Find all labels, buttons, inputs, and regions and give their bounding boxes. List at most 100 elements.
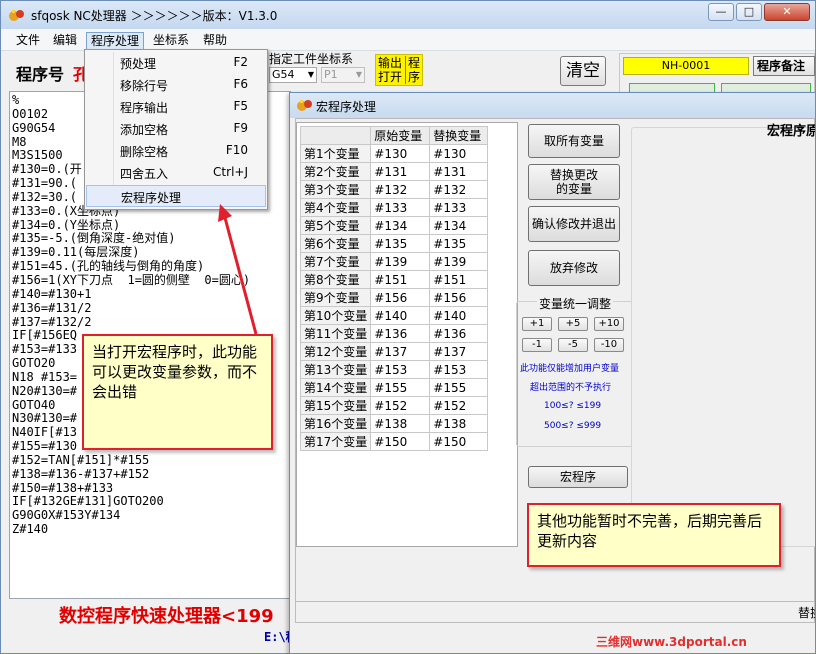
variable-index-cell: 第16个变量 — [299, 414, 372, 433]
table-row[interactable]: 第4个变量 #133 #133 — [299, 198, 489, 217]
menu-item-macro-processing[interactable]: 宏程序处理 — [86, 185, 266, 207]
coord-system-label: 指定工件坐标系 — [269, 52, 354, 66]
replace-variable-cell[interactable]: #131 — [429, 162, 489, 181]
title-bar: sfqosk NC处理器 ＞＞＞＞＞＞版本：V1.3.0 — □ ✕ — [1, 1, 815, 29]
menu-help[interactable]: 帮助 — [199, 32, 231, 50]
minimize-button[interactable]: — — [708, 3, 734, 21]
replace-variable-cell[interactable]: #153 — [429, 360, 489, 379]
menu-edit[interactable]: 编辑 — [49, 32, 81, 50]
menu-file[interactable]: 文件 — [12, 32, 44, 50]
original-variable-cell: #135 — [370, 234, 431, 253]
p-select[interactable]: P1 ▼ — [321, 67, 365, 83]
variable-index-cell: 第14个变量 — [299, 378, 372, 397]
menu-item-shortcut: Ctrl+J — [213, 165, 248, 179]
menu-item-add-spaces[interactable]: 添加空格 F9 — [86, 118, 266, 140]
replace-variable-cell[interactable]: #130 — [429, 144, 489, 163]
original-variable-cell: #131 — [370, 162, 431, 181]
table-row[interactable]: 第11个变量 #136 #136 — [299, 324, 489, 343]
code-line: #151=45.(孔的轴线与倒角的角度) — [12, 259, 205, 274]
table-row[interactable]: 第1个变量 #130 #130 — [299, 144, 489, 163]
table-row[interactable]: 第10个变量 #140 #140 — [299, 306, 489, 325]
program-number-field[interactable]: NH-0001 — [623, 57, 749, 75]
variable-index-cell: 第8个变量 — [299, 270, 372, 289]
variable-index-cell: 第3个变量 — [299, 180, 372, 199]
menu-item-remove-line-numbers[interactable]: 移除行号 F6 — [86, 74, 266, 96]
replace-variable-cell[interactable]: #133 — [429, 198, 489, 217]
menu-item-shortcut: F2 — [233, 55, 248, 69]
code-line: IF[#132GE#131]GOTO200 — [12, 494, 164, 509]
replace-variable-cell[interactable]: #151 — [429, 270, 489, 289]
replace-variable-cell[interactable]: #137 — [429, 342, 489, 361]
replace-variable-cell[interactable]: #136 — [429, 324, 489, 343]
variable-index-cell: 第4个变量 — [299, 198, 372, 217]
app-icon — [297, 100, 312, 111]
dialog-title-bar: 宏程序处理 — [290, 93, 815, 118]
menu-item-remove-spaces[interactable]: 删除空格 F10 — [86, 140, 266, 162]
minus-10-button[interactable]: -10 — [594, 338, 624, 352]
replace-variable-cell[interactable]: #156 — [429, 288, 489, 307]
close-button[interactable]: ✕ — [764, 3, 810, 21]
button-label-line2: 的变量 — [555, 182, 592, 196]
variable-index-cell: 第15个变量 — [299, 396, 372, 415]
plus-10-button[interactable]: +10 — [594, 317, 624, 331]
variable-index-cell: 第9个变量 — [299, 288, 372, 307]
minus-1-button[interactable]: -1 — [522, 338, 552, 352]
plus-1-button[interactable]: +1 — [522, 317, 552, 331]
coord-system-select[interactable]: G54 ▼ — [269, 67, 317, 83]
table-row[interactable]: 第14个变量 #155 #155 — [299, 378, 489, 397]
menu-item-shortcut: F10 — [225, 143, 248, 157]
table-row[interactable]: 第16个变量 #138 #138 — [299, 414, 489, 433]
program-number-label: 程序号 — [16, 65, 65, 84]
macro-program-button[interactable]: 宏程序 — [528, 466, 628, 488]
table-row[interactable]: 第17个变量 #150 #150 — [299, 432, 489, 451]
original-variable-cell: #130 — [370, 144, 431, 163]
table-row[interactable]: 第9个变量 #156 #156 — [299, 288, 489, 307]
p-value: P1 — [324, 68, 338, 81]
table-row[interactable]: 第13个变量 #153 #153 — [299, 360, 489, 379]
menu-item-program-output[interactable]: 程序输出 F5 — [86, 96, 266, 118]
replace-variable-cell[interactable]: #138 — [429, 414, 489, 433]
minus-5-button[interactable]: -5 — [558, 338, 588, 352]
table-row[interactable]: 第3个变量 #132 #132 — [299, 180, 489, 199]
replace-variable-cell[interactable]: #135 — [429, 234, 489, 253]
maximize-button[interactable]: □ — [736, 3, 762, 21]
menu-program[interactable]: 程序处理 — [86, 32, 145, 50]
discard-changes-button[interactable]: 放弃修改 — [528, 250, 620, 286]
variable-table-body: 第1个变量 #130 #130 第2个变量 #131 #131 第3个变量 #132 #132 第… — [299, 144, 489, 451]
replace-variable-cell[interactable]: #140 — [429, 306, 489, 325]
original-variable-cell: #153 — [370, 360, 431, 379]
table-header-original: 原始变量 — [370, 126, 431, 145]
table-row[interactable]: 第15个变量 #152 #152 — [299, 396, 489, 415]
replace-variable-cell[interactable]: #132 — [429, 180, 489, 199]
replace-variable-cell[interactable]: #155 — [429, 378, 489, 397]
window-title: sfqosk NC处理器 ＞＞＞＞＞＞版本：V1.3.0 — [31, 9, 278, 23]
replace-variable-cell[interactable]: #134 — [429, 216, 489, 235]
confirm-and-exit-button[interactable]: 确认修改并退出 — [528, 206, 620, 242]
table-row[interactable]: 第6个变量 #135 #135 — [299, 234, 489, 253]
menu-item-rounding[interactable]: 四舍五入 Ctrl+J — [86, 162, 266, 184]
output-open-button[interactable]: 输出 打开 程 序 — [375, 54, 423, 86]
table-row[interactable]: 第7个变量 #139 #139 — [299, 252, 489, 271]
code-line: Z#140 — [12, 522, 49, 537]
table-row[interactable]: 第2个变量 #131 #131 — [299, 162, 489, 181]
replace-changed-variables-button[interactable]: 替换更改 的变量 — [528, 164, 620, 200]
table-row[interactable]: 第8个变量 #151 #151 — [299, 270, 489, 289]
adjust-range-1: 100≤? ≤199 — [544, 401, 602, 411]
plus-5-button[interactable]: +5 — [558, 317, 588, 331]
menu-item-label: 四舍五入 — [120, 167, 169, 181]
code-line: #140=#130+1 — [12, 286, 92, 301]
variable-index-cell: 第11个变量 — [299, 324, 372, 343]
original-variable-cell: #133 — [370, 198, 431, 217]
program-remark-button[interactable]: 程序备注 — [753, 56, 815, 76]
original-variable-cell: #132 — [370, 180, 431, 199]
replace-variable-cell[interactable]: #152 — [429, 396, 489, 415]
fetch-all-variables-button[interactable]: 取所有变量 — [528, 124, 620, 158]
menu-coord[interactable]: 坐标系 — [149, 32, 193, 50]
replace-variable-cell[interactable]: #150 — [429, 432, 489, 451]
table-row[interactable]: 第12个变量 #137 #137 — [299, 342, 489, 361]
replace-variable-cell[interactable]: #139 — [429, 252, 489, 271]
table-row[interactable]: 第5个变量 #134 #134 — [299, 216, 489, 235]
menu-item-preprocess[interactable]: 预处理 F2 — [86, 52, 266, 74]
clear-button[interactable]: 清空 — [560, 56, 606, 86]
variable-index-cell: 第5个变量 — [299, 216, 372, 235]
